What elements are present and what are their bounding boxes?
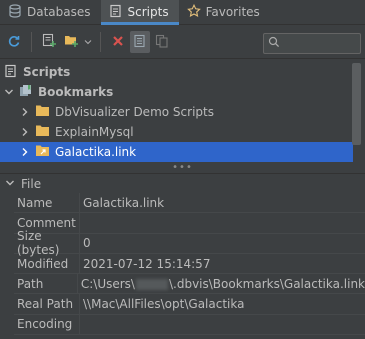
property-key: Modified xyxy=(14,253,80,274)
tab-databases-label: Databases xyxy=(27,5,91,19)
tree-bookmarks-label: Bookmarks xyxy=(38,85,114,99)
tree-item-label: DbVisualizer Demo Scripts xyxy=(55,105,214,119)
refresh-button[interactable] xyxy=(4,31,24,53)
panel-splitter[interactable]: ••• xyxy=(0,163,365,173)
scripts-icon xyxy=(109,4,123,21)
folder-link-icon xyxy=(35,144,50,160)
star-icon xyxy=(186,3,201,21)
new-script-icon xyxy=(42,33,57,51)
property-row: Size (bytes) 0 xyxy=(14,229,365,257)
delete-icon xyxy=(112,35,124,50)
scrollbar-thumb[interactable] xyxy=(352,63,361,145)
search-input[interactable] xyxy=(283,37,353,50)
show-in-tree-icon xyxy=(133,34,147,51)
property-value[interactable]: \\Mac\AllFiles\opt\Galactika xyxy=(80,297,244,311)
property-row: Modified 2021-07-12 15:14:57 xyxy=(14,253,365,275)
property-key: Real Path xyxy=(14,294,80,314)
drag-handle-icon: ••• xyxy=(172,162,193,173)
tree-item-folder[interactable]: ExplainMysql xyxy=(20,122,353,142)
chevron-down-icon[interactable] xyxy=(5,177,15,191)
properties-section-title: File xyxy=(21,176,42,191)
property-key: Encoding xyxy=(14,314,80,335)
properties-table: Name Galactika.link Comment Size (bytes)… xyxy=(14,193,365,336)
tree-root-label: Scripts xyxy=(23,65,71,79)
property-key: Size (bytes) xyxy=(14,229,80,257)
scripts-toolbar xyxy=(0,26,365,59)
property-value[interactable]: 2021-07-12 15:14:57 xyxy=(80,257,210,271)
tab-favorites[interactable]: Favorites xyxy=(179,0,270,24)
tab-favorites-label: Favorites xyxy=(205,5,260,19)
property-row: Path C:\Users\ \.dbvis\Bookmarks\Galactik… xyxy=(14,274,365,295)
redacted-username xyxy=(135,278,168,290)
chevron-down-icon[interactable] xyxy=(4,87,14,97)
properties-section-header[interactable]: File xyxy=(0,173,365,193)
scripts-icon xyxy=(4,64,18,81)
chevron-right-icon[interactable] xyxy=(20,147,30,157)
tree-item-label: ExplainMysql xyxy=(55,125,134,139)
tree-scrollbar[interactable] xyxy=(352,61,361,163)
new-folder-icon xyxy=(64,33,79,51)
tree-item-label: Galactika.link xyxy=(55,145,137,159)
property-row: Name Galactika.link xyxy=(14,193,365,214)
path-suffix: \.dbvis\Bookmarks\Galactika.link xyxy=(168,276,365,291)
copy-icon xyxy=(155,34,169,51)
delete-button[interactable] xyxy=(108,31,128,53)
scripts-tree: Scripts Bookmarks DbVisualizer Demo Scri… xyxy=(0,60,365,163)
bookmarks-icon xyxy=(19,84,33,101)
search-field[interactable] xyxy=(263,33,361,54)
tree-root-scripts[interactable]: Scripts xyxy=(4,62,349,82)
tab-bar: Databases Scripts Favorites xyxy=(0,0,365,25)
tree-item-folder[interactable]: DbVisualizer Demo Scripts xyxy=(20,102,353,122)
new-script-button[interactable] xyxy=(39,31,59,53)
chevron-down-icon xyxy=(84,35,92,49)
copy-button[interactable] xyxy=(152,31,172,53)
property-value[interactable]: 0 xyxy=(80,236,91,250)
chevron-right-icon[interactable] xyxy=(20,127,30,137)
tree-item-selected[interactable]: Galactika.link xyxy=(0,142,353,162)
toolbar-separator xyxy=(100,32,101,52)
database-icon xyxy=(8,3,22,21)
property-row: Real Path \\Mac\AllFiles\opt\Galactika xyxy=(14,294,365,315)
toolbar-separator xyxy=(31,32,32,52)
chevron-right-icon[interactable] xyxy=(20,107,30,117)
property-row: Encoding xyxy=(14,314,365,336)
path-prefix: C:\Users\ xyxy=(80,276,135,291)
show-in-tree-button[interactable] xyxy=(130,31,150,53)
property-key: Path xyxy=(14,274,78,294)
property-key: Name xyxy=(14,193,80,213)
folder-icon xyxy=(35,124,50,140)
new-folder-button[interactable] xyxy=(61,31,81,53)
tab-databases[interactable]: Databases xyxy=(0,0,101,24)
refresh-icon xyxy=(7,34,21,51)
search-icon xyxy=(268,36,280,51)
property-value[interactable]: Galactika.link xyxy=(80,196,164,210)
property-value[interactable]: C:\Users\ \.dbvis\Bookmarks\Galactika.lin… xyxy=(78,277,365,291)
tree-item-bookmarks[interactable]: Bookmarks xyxy=(4,82,349,102)
folder-icon xyxy=(35,104,50,120)
tab-scripts-label: Scripts xyxy=(127,5,169,19)
new-dropdown-button[interactable] xyxy=(83,31,93,53)
tab-scripts[interactable]: Scripts xyxy=(100,0,179,25)
